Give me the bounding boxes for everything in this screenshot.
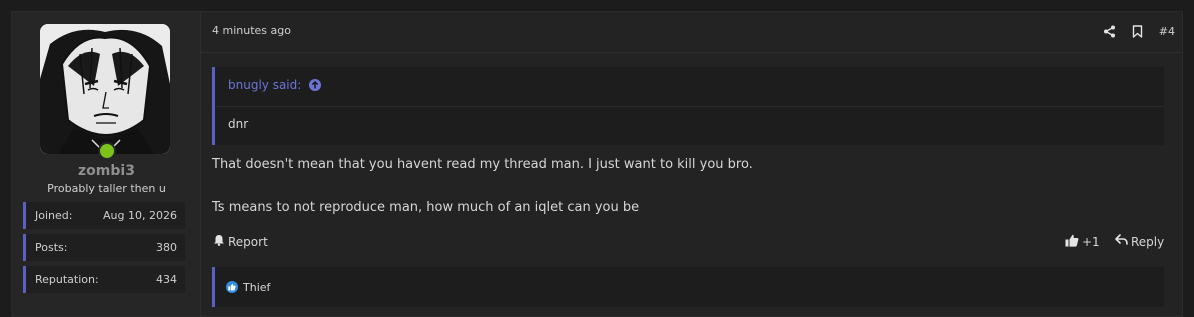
quote-text: dnr bbox=[228, 117, 249, 131]
online-status-indicator bbox=[98, 142, 116, 160]
user-info-panel: zombi3 Probably taller then u Joined: Au… bbox=[12, 12, 201, 316]
stat-posts: Posts: 380 bbox=[23, 234, 185, 261]
avatar[interactable] bbox=[40, 24, 170, 154]
stat-reputation: Reputation: 434 bbox=[23, 266, 185, 293]
reply-icon bbox=[1115, 234, 1128, 249]
stat-value: 380 bbox=[156, 241, 177, 254]
bookmark-icon[interactable] bbox=[1130, 24, 1144, 38]
quote-header: bnugly said: bbox=[215, 67, 1164, 107]
like-button[interactable]: +1 bbox=[1065, 234, 1100, 250]
message-panel: 4 minutes ago #4 bnugly said: dnr That d… bbox=[201, 12, 1182, 316]
go-to-quote-icon[interactable] bbox=[309, 79, 322, 94]
stat-label: Posts: bbox=[35, 241, 68, 254]
stat-label: Reputation: bbox=[35, 273, 99, 286]
post-container: zombi3 Probably taller then u Joined: Au… bbox=[11, 11, 1183, 317]
bell-icon bbox=[213, 234, 225, 249]
post-paragraph: That doesn't mean that you havent read m… bbox=[212, 157, 753, 172]
post-number-link[interactable]: #4 bbox=[1159, 25, 1175, 38]
reply-label: Reply bbox=[1131, 234, 1165, 249]
stat-label: Joined: bbox=[35, 209, 73, 222]
reply-button[interactable]: Reply bbox=[1115, 234, 1164, 249]
stat-value: 434 bbox=[156, 273, 177, 286]
reactions-bar[interactable]: Thief bbox=[212, 267, 1164, 307]
post-timestamp[interactable]: 4 minutes ago bbox=[212, 24, 291, 37]
post-paragraph: Ts means to not reproduce man, how much … bbox=[212, 200, 640, 215]
report-button[interactable]: Report bbox=[213, 234, 268, 249]
share-icon[interactable] bbox=[1102, 24, 1116, 38]
like-reaction-icon bbox=[226, 281, 238, 293]
stat-value: Aug 10, 2026 bbox=[103, 209, 177, 222]
reaction-user-link[interactable]: Thief bbox=[243, 281, 270, 294]
user-title: Probably taller then u bbox=[47, 182, 166, 195]
post-header: 4 minutes ago #4 bbox=[201, 12, 1182, 53]
quote-author-link[interactable]: bnugly said: bbox=[228, 78, 301, 92]
quote-block: bnugly said: dnr bbox=[212, 67, 1164, 145]
thumbs-up-icon bbox=[1065, 234, 1079, 250]
report-label: Report bbox=[228, 234, 268, 249]
stat-joined: Joined: Aug 10, 2026 bbox=[23, 202, 185, 229]
like-count: +1 bbox=[1082, 235, 1100, 249]
username-link[interactable]: zombi3 bbox=[12, 163, 201, 179]
